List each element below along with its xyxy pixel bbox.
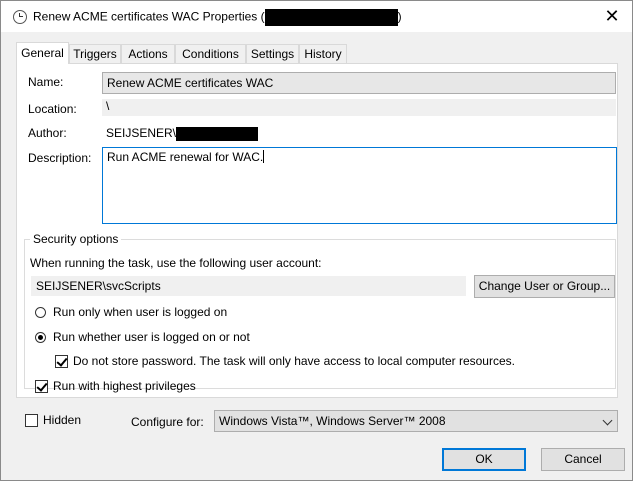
hidden-checkbox[interactable] bbox=[25, 414, 38, 427]
configure-for-select[interactable]: Windows Vista™, Windows Server™ 2008 bbox=[214, 410, 618, 432]
redacted-block bbox=[176, 126, 259, 141]
location-label: Location: bbox=[28, 102, 77, 116]
configure-for-label: Configure for: bbox=[131, 415, 204, 429]
account-prompt: When running the task, use the following… bbox=[30, 256, 322, 270]
tab-history[interactable]: History bbox=[299, 44, 347, 63]
general-panel: Name: Renew ACME certificates WAC Locati… bbox=[16, 63, 618, 398]
description-label: Description: bbox=[28, 151, 92, 165]
name-field[interactable]: Renew ACME certificates WAC bbox=[102, 72, 616, 94]
tab-settings[interactable]: Settings bbox=[246, 44, 299, 63]
change-user-button[interactable]: Change User or Group... bbox=[474, 275, 615, 298]
hidden-label[interactable]: Hidden bbox=[43, 413, 81, 427]
cancel-button[interactable]: Cancel bbox=[541, 448, 625, 471]
tab-general[interactable]: General bbox=[16, 42, 69, 64]
radio-whether-logged-on-label[interactable]: Run whether user is logged on or not bbox=[53, 330, 250, 344]
tab-actions[interactable]: Actions bbox=[121, 44, 175, 63]
highest-privileges-checkbox[interactable] bbox=[35, 380, 48, 393]
tab-triggers[interactable]: Triggers bbox=[69, 44, 121, 63]
chevron-down-icon bbox=[602, 415, 613, 426]
clock-icon bbox=[13, 10, 27, 24]
no-store-password-label[interactable]: Do not store password. The task will onl… bbox=[73, 354, 515, 368]
name-label: Name: bbox=[28, 75, 64, 89]
description-field[interactable]: Run ACME renewal for WAC. bbox=[102, 147, 617, 224]
no-store-password-checkbox[interactable] bbox=[55, 355, 68, 368]
highest-privileges-label[interactable]: Run with highest privileges bbox=[53, 379, 196, 393]
window-title: Renew ACME certificates WAC Properties (… bbox=[33, 9, 402, 26]
properties-dialog: Renew ACME certificates WAC Properties (… bbox=[0, 0, 633, 481]
location-field: \ bbox=[102, 99, 616, 116]
close-button[interactable]: ✕ bbox=[592, 1, 632, 32]
redacted-block bbox=[264, 9, 398, 26]
radio-logged-on-label[interactable]: Run only when user is logged on bbox=[53, 305, 227, 319]
radio-logged-on[interactable] bbox=[35, 307, 46, 318]
radio-whether-logged-on[interactable] bbox=[35, 332, 46, 343]
close-icon: ✕ bbox=[604, 6, 620, 26]
author-value: SEIJSENER\ bbox=[106, 126, 259, 141]
ok-button[interactable]: OK bbox=[442, 448, 526, 471]
security-options-title: Security options bbox=[30, 232, 122, 246]
text-caret bbox=[263, 150, 265, 163]
user-account-field: SEIJSENER\svcScripts bbox=[31, 276, 466, 296]
author-label: Author: bbox=[28, 126, 67, 140]
tab-conditions[interactable]: Conditions bbox=[175, 44, 246, 63]
security-options-group: Security options When running the task, … bbox=[24, 232, 616, 393]
title-bar: Renew ACME certificates WAC Properties (… bbox=[1, 1, 632, 32]
